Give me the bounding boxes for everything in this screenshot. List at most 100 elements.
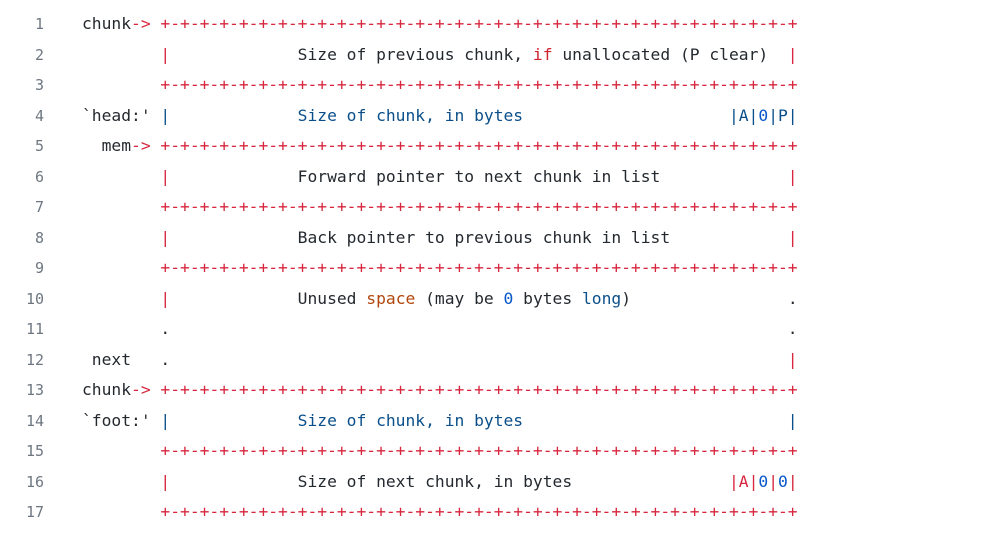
code-line: 1 chunk-> +-+-+-+-+-+-+-+-+-+-+-+-+-+-+-+… xyxy=(0,9,996,40)
line-number: 1 xyxy=(34,15,44,33)
line-code: `head:' | Size of chunk, in bytes |A|0|P… xyxy=(82,101,798,132)
code-token: +-+-+-+-+-+-+-+-+-+-+-+-+-+-+-+-+-+-+-+-… xyxy=(160,75,798,94)
code-line: 11 . . xyxy=(0,314,996,345)
line-number: 9 xyxy=(34,259,44,277)
code-token: next . xyxy=(82,349,788,369)
line-number: 8 xyxy=(34,228,44,247)
code-token: Forward pointer to next chunk in list xyxy=(170,166,788,186)
line-code: | Forward pointer to next chunk in list … xyxy=(82,162,798,193)
code-token: 0 xyxy=(503,288,514,308)
code-line: 15 +-+-+-+-+-+-+-+-+-+-+-+-+-+-+-+-+-+-+… xyxy=(0,436,996,467)
line-number: 10 xyxy=(25,289,44,308)
line-code: . . xyxy=(82,314,798,345)
gutter-gap xyxy=(44,253,82,284)
code-line: 5 mem-> +-+-+-+-+-+-+-+-+-+-+-+-+-+-+-+-… xyxy=(0,131,996,162)
gutter-gap xyxy=(44,101,82,132)
code-token: (may be xyxy=(415,288,504,308)
line-number: 12 xyxy=(25,350,44,369)
code-token: chunk xyxy=(82,380,132,399)
code-token: mem xyxy=(82,136,132,155)
line-code: | Unused space (may be 0 bytes long) . xyxy=(82,284,797,315)
line-code: | Back pointer to previous chunk in list… xyxy=(82,223,798,254)
code-token: long xyxy=(581,288,622,308)
gutter-gap xyxy=(44,223,82,254)
code-line: 2 | Size of previous chunk, if unallocat… xyxy=(0,40,996,71)
line-code: +-+-+-+-+-+-+-+-+-+-+-+-+-+-+-+-+-+-+-+-… xyxy=(82,497,798,528)
code-token: bytes xyxy=(513,288,582,308)
code-line: 17 +-+-+-+-+-+-+-+-+-+-+-+-+-+-+-+-+-+-+… xyxy=(0,497,996,528)
gutter-gap xyxy=(44,162,82,193)
code-token: +-+-+-+-+-+-+-+-+-+-+-+-+-+-+-+-+-+-+-+-… xyxy=(160,258,798,277)
code-token: | xyxy=(787,349,798,369)
line-number: 17 xyxy=(25,503,44,521)
code-token: | xyxy=(787,166,798,186)
code-line: 4 `head:' | Size of chunk, in bytes |A|0|… xyxy=(0,101,996,132)
code-token: Unused xyxy=(170,288,367,308)
line-number: 5 xyxy=(34,137,44,155)
code-token: . . xyxy=(82,319,798,338)
code-token: Back pointer to previous chunk in list xyxy=(170,227,788,247)
gutter-gap xyxy=(44,314,82,345)
code-token: 0 xyxy=(758,105,769,125)
line-code: `foot:' | Size of chunk, in bytes | xyxy=(82,406,798,437)
code-token: `head:' xyxy=(82,105,161,125)
gutter-gap xyxy=(44,497,82,528)
line-number: 7 xyxy=(34,198,44,216)
code-token: `foot:' xyxy=(82,410,161,430)
code-line: 9 +-+-+-+-+-+-+-+-+-+-+-+-+-+-+-+-+-+-+-… xyxy=(0,253,996,284)
line-number: 3 xyxy=(34,76,44,94)
code-token: Size of chunk, in bytes |A| xyxy=(170,105,759,125)
code-line: 3 +-+-+-+-+-+-+-+-+-+-+-+-+-+-+-+-+-+-+-… xyxy=(0,70,996,101)
gutter-gap xyxy=(44,40,82,71)
line-code: chunk-> +-+-+-+-+-+-+-+-+-+-+-+-+-+-+-+-… xyxy=(82,375,798,406)
code-token: | xyxy=(787,227,798,247)
gutter-gap xyxy=(44,70,82,101)
code-token: +-+-+-+-+-+-+-+-+-+-+-+-+-+-+-+-+-+-+-+-… xyxy=(160,197,798,216)
gutter-gap xyxy=(44,406,82,437)
code-token: | xyxy=(787,44,798,64)
line-number: 16 xyxy=(25,472,44,491)
line-code: | Size of previous chunk, if unallocated… xyxy=(82,40,798,71)
code-token: -> xyxy=(131,14,151,33)
code-line: 6 | Forward pointer to next chunk in lis… xyxy=(0,162,996,193)
gutter-gap xyxy=(44,436,82,467)
code-token: | xyxy=(160,227,171,247)
code-token: -> xyxy=(131,136,151,155)
line-number: 11 xyxy=(25,320,44,338)
gutter-gap xyxy=(44,131,82,162)
code-token: | xyxy=(768,471,779,491)
line-number: 15 xyxy=(25,442,44,460)
gutter-gap xyxy=(44,345,82,376)
gutter-gap xyxy=(44,9,82,40)
code-line: 16 | Size of next chunk, in bytes |A|0|0… xyxy=(0,467,996,498)
gutter-gap xyxy=(44,192,82,223)
code-line: 8 | Back pointer to previous chunk in li… xyxy=(0,223,996,254)
line-code: +-+-+-+-+-+-+-+-+-+-+-+-+-+-+-+-+-+-+-+-… xyxy=(82,436,797,467)
code-line: 12 next . | xyxy=(0,345,996,376)
code-token: +-+-+-+-+-+-+-+-+-+-+-+-+-+-+-+-+-+-+-+-… xyxy=(150,136,798,155)
line-code: | Size of next chunk, in bytes |A|0|0| xyxy=(82,467,797,498)
code-token: chunk xyxy=(82,14,132,33)
code-token: Size of chunk, in bytes | xyxy=(170,410,798,430)
code-token: | xyxy=(160,44,171,64)
line-number: 14 xyxy=(25,411,44,430)
code-token: | xyxy=(160,166,171,186)
code-line: 10 | Unused space (may be 0 bytes long) … xyxy=(0,284,996,315)
line-number: 13 xyxy=(25,381,44,399)
code-token: unallocated (P clear) xyxy=(552,44,788,64)
code-token: +-+-+-+-+-+-+-+-+-+-+-+-+-+-+-+-+-+-+-+-… xyxy=(160,502,798,521)
code-token: -> xyxy=(131,380,151,399)
code-token: +-+-+-+-+-+-+-+-+-+-+-+-+-+-+-+-+-+-+-+-… xyxy=(150,14,798,33)
line-code: +-+-+-+-+-+-+-+-+-+-+-+-+-+-+-+-+-+-+-+-… xyxy=(82,192,798,223)
gutter-gap xyxy=(44,467,82,498)
line-code: +-+-+-+-+-+-+-+-+-+-+-+-+-+-+-+-+-+-+-+-… xyxy=(82,70,798,101)
